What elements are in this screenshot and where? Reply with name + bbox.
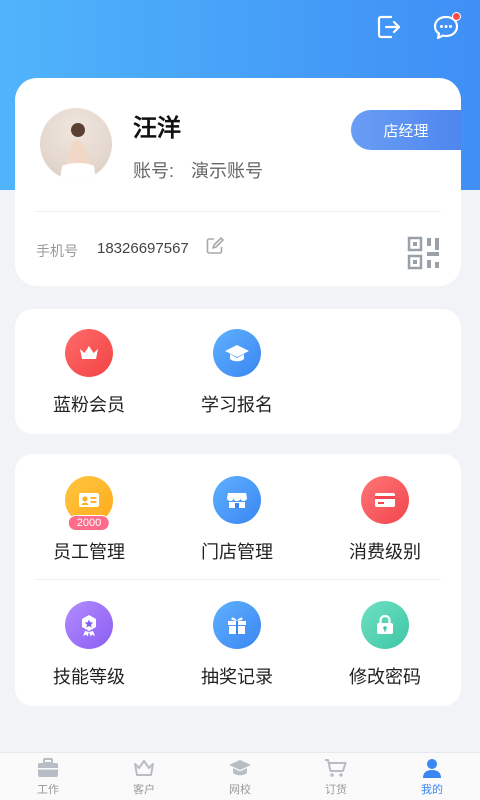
- count-badge: 2000: [67, 515, 111, 531]
- edit-icon[interactable]: [205, 236, 225, 256]
- tile-label: 门店管理: [201, 542, 273, 562]
- tab-label: 我的: [421, 783, 443, 796]
- tile-change-password[interactable]: 修改密码: [315, 601, 455, 689]
- tile-label: 抽奖记录: [201, 667, 273, 687]
- tab-ordering[interactable]: 订货: [288, 753, 384, 800]
- qr-code-icon[interactable]: [407, 236, 441, 270]
- account-label: 账号:: [133, 161, 175, 181]
- user-name: 汪洋: [133, 115, 181, 142]
- tile-staff-management[interactable]: 2000 员工管理: [19, 476, 159, 564]
- crown-icon: [65, 329, 113, 377]
- cart-icon: [324, 757, 348, 779]
- crown-icon: [132, 757, 156, 779]
- card-icon: [361, 476, 409, 524]
- tile-label: 学习报名: [201, 395, 273, 415]
- management-section: 2000 员工管理 门店管理 消费级别 技能等级 抽奖记录 修改密码: [15, 454, 461, 706]
- briefcase-icon: [36, 757, 60, 779]
- tile-label: 修改密码: [349, 667, 421, 687]
- logout-icon[interactable]: [374, 12, 404, 42]
- tab-label: 工作: [37, 783, 59, 796]
- tile-store-management[interactable]: 门店管理: [167, 476, 307, 564]
- gift-icon: [213, 601, 261, 649]
- membership-section: 蓝粉会员 学习报名: [15, 309, 461, 434]
- tile-study-signup[interactable]: 学习报名: [167, 329, 307, 417]
- graduation-cap-icon: [228, 757, 252, 779]
- tab-customers[interactable]: 客户: [96, 753, 192, 800]
- phone-label: 手机号: [36, 243, 78, 259]
- lock-icon: [361, 601, 409, 649]
- tab-label: 客户: [133, 783, 155, 796]
- tab-work[interactable]: 工作: [0, 753, 96, 800]
- tab-online-school[interactable]: 网校: [192, 753, 288, 800]
- id-card-icon: 2000: [65, 476, 113, 531]
- avatar[interactable]: [40, 108, 112, 180]
- tile-label: 员工管理: [53, 542, 125, 562]
- unread-dot: [452, 12, 461, 21]
- tab-label: 网校: [229, 783, 251, 796]
- tile-skill-level[interactable]: 技能等级: [19, 601, 159, 689]
- phone-number: 18326697567: [97, 240, 189, 257]
- divider: [35, 211, 441, 212]
- tile-lottery-records[interactable]: 抽奖记录: [167, 601, 307, 689]
- tile-label: 消费级别: [349, 542, 421, 562]
- tab-label: 订货: [325, 783, 347, 796]
- bottom-tab-bar: 工作 客户 网校 订货 我的: [0, 752, 480, 800]
- store-icon: [213, 476, 261, 524]
- tab-mine[interactable]: 我的: [384, 753, 480, 800]
- message-icon[interactable]: [431, 12, 461, 42]
- graduation-cap-icon: [213, 329, 261, 377]
- divider: [35, 579, 441, 580]
- tile-consumption-level[interactable]: 消费级别: [315, 476, 455, 564]
- account-value: 演示账号: [191, 161, 264, 181]
- role-button[interactable]: 店经理: [351, 110, 461, 150]
- account-info: 账号: 演示账号: [133, 157, 263, 183]
- tile-label: 蓝粉会员: [53, 395, 125, 415]
- tile-member[interactable]: 蓝粉会员: [19, 329, 159, 417]
- user-icon: [420, 757, 444, 779]
- tile-label: 技能等级: [53, 667, 125, 687]
- profile-card: 汪洋 账号: 演示账号 店经理 手机号 18326697567: [15, 78, 461, 286]
- medal-icon: [65, 601, 113, 649]
